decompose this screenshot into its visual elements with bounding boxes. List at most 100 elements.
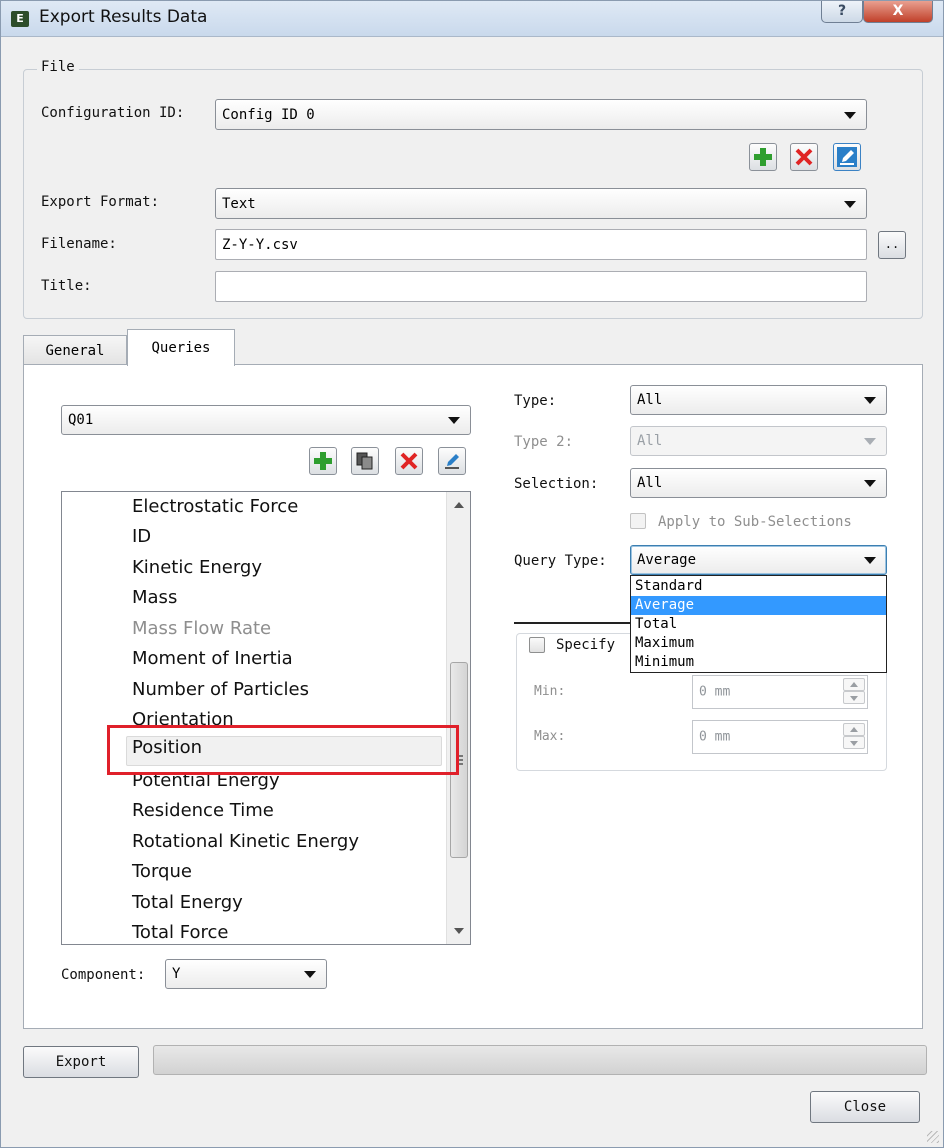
type-value: All (637, 392, 663, 408)
query-combo[interactable]: Q01 (61, 405, 471, 435)
list-item-id[interactable]: ID (132, 526, 151, 556)
specify-range-checkbox[interactable] (529, 637, 545, 653)
list-item-total-force[interactable]: Total Force (132, 922, 228, 944)
export-format-combo[interactable]: Text (215, 188, 867, 219)
tab-queries[interactable]: Queries (127, 329, 235, 366)
component-label: Component: (61, 967, 146, 983)
add-query-button[interactable] (309, 447, 337, 475)
spin-up-icon[interactable] (843, 723, 865, 736)
query-type-dropdown-list[interactable]: Standard Average Total Maximum Minimum (630, 575, 887, 673)
apply-sub-selections-checkbox (630, 513, 646, 529)
list-item-torque[interactable]: Torque (132, 861, 192, 891)
dropdown-option-total[interactable]: Total (631, 615, 886, 634)
selection-value: All (637, 475, 663, 491)
max-label: Max: (534, 729, 566, 744)
plus-icon (314, 452, 332, 470)
specify-range-label: Specify (556, 637, 616, 653)
filename-input[interactable]: Z-Y-Y.csv (215, 229, 867, 260)
selection-combo[interactable]: All (630, 468, 887, 498)
chevron-down-icon (844, 111, 856, 119)
spin-down-icon[interactable] (843, 736, 865, 749)
title-input[interactable] (215, 271, 867, 302)
export-progress-bar (153, 1045, 927, 1075)
configuration-id-label: Configuration ID: (41, 105, 185, 121)
attribute-list[interactable]: Electrostatic Force ID Kinetic Energy Ma… (61, 491, 471, 945)
list-item-number-of-particles[interactable]: Number of Particles (132, 679, 309, 709)
chevron-down-icon (448, 417, 460, 424)
spin-down-icon[interactable] (843, 691, 865, 704)
list-item-total-energy[interactable]: Total Energy (132, 892, 243, 922)
app-icon: E (11, 11, 29, 27)
chevron-down-icon (844, 200, 856, 208)
min-spin-buttons[interactable] (843, 678, 865, 704)
component-combo[interactable]: Y (165, 959, 327, 989)
edit-query-button[interactable] (438, 447, 466, 475)
tab-general[interactable]: General (23, 335, 127, 365)
query-type-value: Average (637, 552, 697, 568)
browse-button[interactable]: .. (878, 231, 906, 259)
list-item-mass-flow-rate: Mass Flow Rate (132, 618, 272, 639)
query-value: Q01 (68, 412, 94, 428)
window-close-button[interactable]: X (863, 1, 933, 23)
file-group-legend: File (37, 59, 79, 75)
list-item-moment-of-inertia[interactable]: Moment of Inertia (132, 648, 293, 678)
title-label: Title: (41, 278, 92, 294)
plus-icon (754, 148, 772, 166)
export-results-dialog: E Export Results Data ? X File Configura… (0, 0, 944, 1148)
min-value: 0 mm (699, 684, 731, 700)
dropdown-option-average[interactable]: Average (631, 596, 886, 615)
max-spinbox[interactable]: 0 mm (692, 720, 868, 754)
title-bar[interactable]: E Export Results Data ? X (1, 1, 943, 37)
configuration-id-combo[interactable]: Config ID 0 (215, 99, 867, 130)
delete-query-button[interactable] (395, 447, 423, 475)
dropdown-option-standard[interactable]: Standard (631, 577, 886, 596)
list-item-mass[interactable]: Mass (132, 587, 177, 617)
edit-config-button[interactable] (833, 143, 861, 171)
attribute-list-scrollbar[interactable] (446, 492, 470, 944)
resize-grip-icon[interactable] (927, 1131, 939, 1143)
chevron-down-icon (864, 438, 876, 445)
type2-label: Type 2: (514, 434, 574, 450)
dropdown-option-minimum[interactable]: Minimum (631, 653, 886, 672)
apply-sub-selections-label: Apply to Sub-Selections (658, 514, 852, 530)
delete-x-icon (795, 148, 813, 166)
copy-icon (356, 452, 373, 470)
add-config-button[interactable] (749, 143, 777, 171)
delete-x-icon (400, 452, 418, 470)
dropdown-option-maximum[interactable]: Maximum (631, 634, 886, 653)
chevron-down-icon (864, 480, 876, 487)
list-item-residence-time[interactable]: Residence Time (132, 800, 274, 830)
chevron-down-icon (304, 971, 316, 978)
position-highlight-box (107, 725, 459, 775)
filename-label: Filename: (41, 236, 117, 252)
list-item-electrostatic-force[interactable]: Electrostatic Force (132, 496, 298, 526)
type-combo[interactable]: All (630, 385, 887, 415)
export-format-label: Export Format: (41, 194, 160, 210)
chevron-down-icon (864, 397, 876, 404)
query-type-label: Query Type: (514, 553, 607, 569)
type2-combo: All (630, 426, 887, 456)
help-button[interactable]: ? (821, 1, 863, 23)
type2-value: All (637, 433, 663, 449)
list-item-kinetic-energy[interactable]: Kinetic Energy (132, 557, 262, 587)
min-spinbox[interactable]: 0 mm (692, 675, 868, 709)
chevron-down-icon (864, 557, 876, 564)
scroll-down-arrow-icon[interactable] (454, 928, 464, 934)
min-label: Min: (534, 684, 566, 699)
list-item-rotational-kinetic-energy[interactable]: Rotational Kinetic Energy (132, 831, 359, 861)
selection-label: Selection: (514, 476, 599, 492)
configuration-id-value: Config ID 0 (222, 106, 315, 123)
spin-up-icon[interactable] (843, 678, 865, 691)
pencil-icon (445, 454, 459, 469)
separator-line (514, 622, 630, 624)
max-spin-buttons[interactable] (843, 723, 865, 749)
close-button[interactable]: Close (810, 1091, 920, 1123)
scroll-up-arrow-icon[interactable] (454, 502, 464, 508)
copy-query-button[interactable] (351, 447, 379, 475)
export-button[interactable]: Export (23, 1046, 139, 1078)
max-value: 0 mm (699, 729, 731, 745)
delete-config-button[interactable] (790, 143, 818, 171)
query-type-combo[interactable]: Average (630, 545, 887, 575)
filename-value: Z-Y-Y.csv (222, 236, 298, 253)
export-format-value: Text (222, 195, 256, 212)
